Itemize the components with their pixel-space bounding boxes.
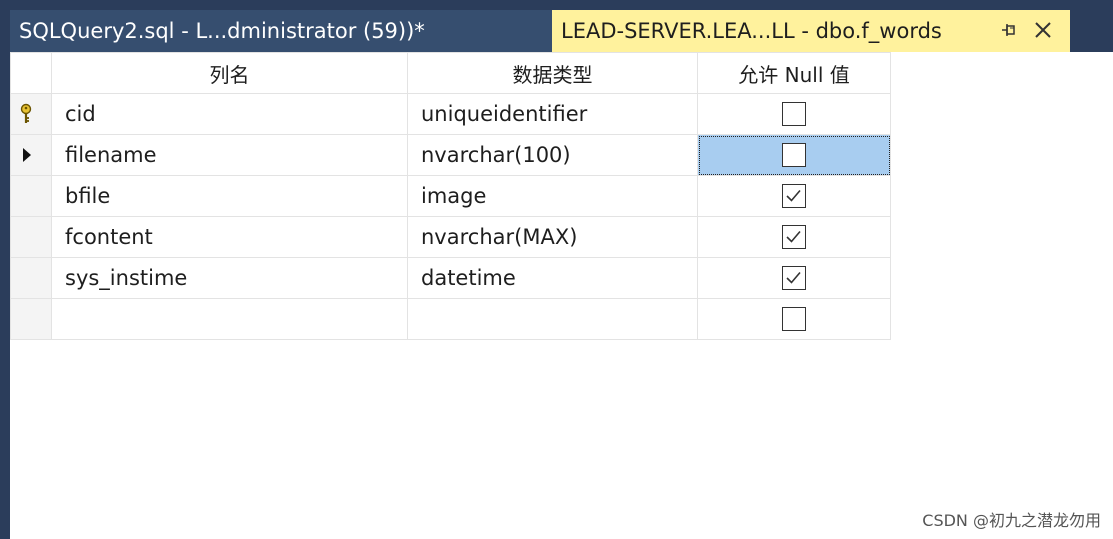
data-type-cell[interactable] — [407, 298, 698, 340]
table-row[interactable]: fcontent nvarchar(MAX) — [10, 216, 891, 258]
table-row[interactable] — [10, 298, 891, 340]
data-type-cell[interactable]: nvarchar(100) — [407, 134, 698, 176]
allow-null-cell — [697, 298, 891, 340]
data-type-cell[interactable]: image — [407, 175, 698, 217]
check-icon — [786, 189, 801, 202]
check-icon — [786, 230, 801, 243]
column-grid: 列名 数据类型 允许 Null 值 cid uniqueidentifier fil… — [10, 52, 891, 340]
allow-null-checkbox[interactable] — [782, 184, 806, 208]
tab-sqlquery2-label: SQLQuery2.sql - L...dministrator (59))* — [19, 19, 425, 43]
allow-null-checkbox[interactable] — [782, 266, 806, 290]
row-selector[interactable] — [10, 257, 52, 299]
tab-f-words-design[interactable]: LEAD-SERVER.LEA...LL - dbo.f_words — [552, 10, 1070, 52]
pin-icon[interactable] — [1000, 21, 1018, 39]
allow-null-checkbox[interactable] — [782, 307, 806, 331]
allow-null-cell — [697, 134, 891, 176]
header-allow-null: 允许 Null 值 — [697, 52, 891, 94]
tab-sqlquery2[interactable]: SQLQuery2.sql - L...dministrator (59))* — [10, 10, 552, 52]
table-row[interactable]: cid uniqueidentifier — [10, 93, 891, 135]
table-row[interactable]: sys_instime datetime — [10, 257, 891, 299]
key-icon — [20, 103, 32, 123]
row-selector[interactable] — [10, 134, 52, 176]
column-name-cell[interactable]: fcontent — [51, 216, 408, 258]
allow-null-cell — [697, 175, 891, 217]
row-selector[interactable] — [10, 93, 52, 135]
row-selector-header — [10, 52, 52, 94]
row-selector[interactable] — [10, 175, 52, 217]
data-type-cell[interactable]: nvarchar(MAX) — [407, 216, 698, 258]
row-selector[interactable] — [10, 298, 52, 340]
allow-null-cell — [697, 93, 891, 135]
column-name-cell[interactable] — [51, 298, 408, 340]
data-type-cell[interactable]: uniqueidentifier — [407, 93, 698, 135]
row-selector[interactable] — [10, 216, 52, 258]
tab-bar: SQLQuery2.sql - L...dministrator (59))* … — [0, 0, 1113, 52]
column-name-cell[interactable]: sys_instime — [51, 257, 408, 299]
allow-null-checkbox[interactable] — [782, 225, 806, 249]
grid-header-row: 列名 数据类型 允许 Null 值 — [10, 52, 891, 94]
column-name-cell[interactable]: bfile — [51, 175, 408, 217]
table-designer-panel: 列名 数据类型 允许 Null 值 cid uniqueidentifier fil… — [10, 52, 1113, 539]
column-name-cell[interactable]: cid — [51, 93, 408, 135]
allow-null-cell — [697, 257, 891, 299]
allow-null-checkbox[interactable] — [782, 143, 806, 167]
table-row[interactable]: filename nvarchar(100) — [10, 134, 891, 176]
data-type-cell[interactable]: datetime — [407, 257, 698, 299]
watermark: CSDN @初九之潜龙勿用 — [922, 511, 1101, 530]
header-data-type: 数据类型 — [407, 52, 698, 94]
tab-f-words-label: LEAD-SERVER.LEA...LL - dbo.f_words — [561, 19, 942, 43]
allow-null-cell — [697, 216, 891, 258]
table-row[interactable]: bfile image — [10, 175, 891, 217]
allow-null-checkbox[interactable] — [782, 102, 806, 126]
check-icon — [786, 271, 801, 284]
column-name-cell[interactable]: filename — [51, 134, 408, 176]
arrow-icon — [23, 148, 31, 162]
header-column-name: 列名 — [51, 52, 408, 94]
close-icon[interactable] — [1032, 19, 1054, 41]
